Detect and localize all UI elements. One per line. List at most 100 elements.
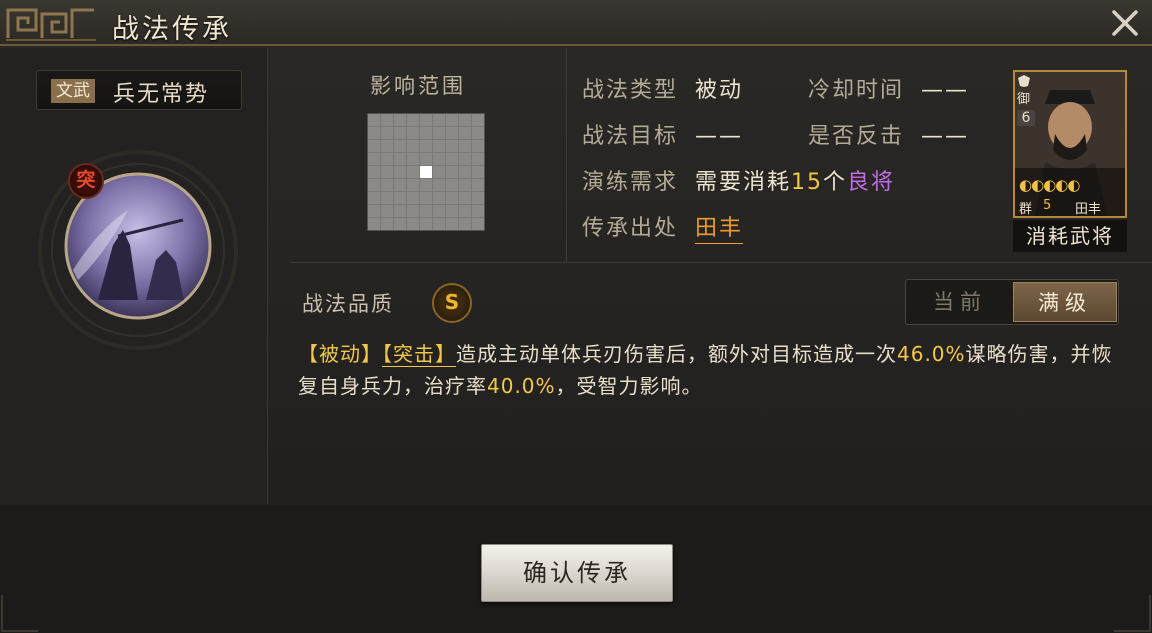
range-cell (394, 166, 406, 178)
desc-tag-passive: 【被动】 (298, 342, 382, 366)
skill-description: 【被动】【突击】造成主动单体兵刃伤害后，额外对目标造成一次46.0%谋略伤害，并… (298, 338, 1118, 402)
range-cell (472, 179, 484, 191)
range-cell (407, 218, 419, 230)
source-label: 传承出处 (582, 216, 679, 241)
title-bar: 战法传承 (0, 0, 1152, 46)
range-grid (367, 113, 485, 231)
counter-label: 是否反击 (808, 124, 905, 149)
range-cell (433, 192, 445, 204)
range-cell (433, 114, 445, 126)
range-cell (381, 192, 393, 204)
level-toggle: 当前 满级 (905, 279, 1119, 325)
range-cell (368, 179, 380, 191)
range-cell (459, 179, 471, 191)
skill-type-tag: 文武 (51, 79, 95, 103)
range-cell (420, 153, 432, 165)
drill-count: 15 (791, 170, 824, 195)
star-icon: ◐ (1043, 176, 1056, 194)
range-cell (459, 127, 471, 139)
desc-part3: ，受智力影响。 (555, 374, 703, 398)
star-icon: ◐ (1067, 176, 1080, 194)
range-cell (407, 153, 419, 165)
range-cell (407, 166, 419, 178)
range-cell (459, 153, 471, 165)
skill-name-tag: 文武 兵无常势 (36, 70, 242, 110)
range-cell (420, 127, 432, 139)
range-cell (381, 153, 393, 165)
range-cell (446, 140, 458, 152)
range-cell (433, 218, 445, 230)
consume-general-label: 消耗武将 (1013, 220, 1127, 252)
range-cell (407, 127, 419, 139)
range-cell (368, 114, 380, 126)
cooldown-value: —— (921, 78, 970, 103)
range-cell (381, 205, 393, 217)
range-cell (433, 127, 445, 139)
range-cell (420, 140, 432, 152)
confirm-inherit-button[interactable]: 确认传承 (481, 544, 673, 602)
title-ornament-icon (6, 8, 96, 41)
toggle-max-level[interactable]: 满级 (1013, 282, 1117, 322)
range-cell (459, 166, 471, 178)
range-cell (420, 205, 432, 217)
range-cell-self (420, 166, 432, 178)
star-icon: ◐ (1055, 176, 1068, 194)
range-cell (459, 114, 471, 126)
range-cell (433, 166, 445, 178)
range-cell (433, 205, 445, 217)
range-cell (407, 140, 419, 152)
range-cell (446, 205, 458, 217)
range-cell (433, 179, 445, 191)
skill-name: 兵无常势 (113, 82, 210, 107)
range-cell (368, 140, 380, 152)
skill-info-panel: 影响范围 战法类型 被动 冷却时间 —— 战法目标 —— 是否反击 —— 演练需… (268, 48, 1152, 262)
range-cell (472, 114, 484, 126)
card-cost: 6 (1017, 110, 1035, 126)
range-cell (394, 205, 406, 217)
range-cell (368, 166, 380, 178)
star-icon: ◐ (1019, 176, 1032, 194)
range-cell (446, 153, 458, 165)
range-cell (472, 140, 484, 152)
range-cell (368, 127, 380, 139)
range-cell (420, 179, 432, 191)
range-cell (472, 153, 484, 165)
range-cell (459, 140, 471, 152)
counter-value: —— (921, 124, 970, 149)
range-cell (420, 218, 432, 230)
range-title: 影响范围 (370, 74, 466, 98)
range-cell (381, 179, 393, 191)
range-cell (381, 218, 393, 230)
source-row: 传承出处 田丰 (582, 210, 744, 244)
range-cell (433, 140, 445, 152)
close-icon[interactable] (1108, 6, 1142, 40)
range-cell (394, 218, 406, 230)
range-cell (420, 192, 432, 204)
general-card[interactable]: 御 6 ◐◐◐◐◐ 群 5 田丰 (1013, 70, 1127, 218)
range-cell (407, 114, 419, 126)
range-cell (446, 166, 458, 178)
drill-prefix: 需要消耗 (695, 170, 792, 195)
desc-tag-assault[interactable]: 【突击】 (382, 342, 456, 367)
toggle-current[interactable]: 当前 (908, 282, 1012, 322)
range-cell (368, 205, 380, 217)
card-stars: ◐◐◐◐◐ (1019, 176, 1080, 194)
drill-label: 演练需求 (582, 170, 679, 195)
range-cell (459, 218, 471, 230)
range-cell (394, 114, 406, 126)
range-cell (472, 166, 484, 178)
drill-quality: 良将 (847, 170, 896, 195)
type-value: 被动 (695, 78, 744, 103)
cooldown-row: 冷却时间 —— (808, 72, 969, 104)
range-cell (446, 192, 458, 204)
shield-icon (1018, 75, 1030, 87)
range-cell (381, 114, 393, 126)
corner-ornament-icon (1, 595, 38, 632)
star-icon: ◐ (1031, 176, 1044, 194)
source-link[interactable]: 田丰 (695, 216, 744, 244)
range-cell (394, 179, 406, 191)
range-cell (407, 192, 419, 204)
range-cell (446, 218, 458, 230)
cooldown-label: 冷却时间 (808, 78, 905, 103)
card-name: 田丰 (1075, 202, 1102, 217)
